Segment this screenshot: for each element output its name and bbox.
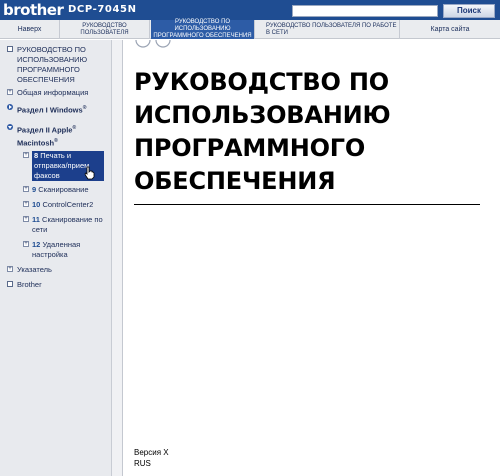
language-label: RUS xyxy=(134,459,151,468)
model-name: DCP-7045N xyxy=(68,4,137,15)
expand-icon: + xyxy=(23,241,29,247)
toc-label: Сканирование по сети xyxy=(32,215,103,234)
toc-label: Печать и отправка/прием факсов xyxy=(34,151,90,180)
toc-label: Brother xyxy=(17,280,42,289)
toc-item-section1[interactable]: Раздел I Windows® xyxy=(7,103,108,116)
expand-icon: + xyxy=(7,266,13,272)
chapter-number: 12 xyxy=(32,240,41,249)
nav-back-link[interactable]: Наверх xyxy=(0,20,60,39)
expand-icon: + xyxy=(23,186,29,192)
header-bar: brother DCP-7045N Поиск xyxy=(0,0,500,20)
chapter-number: 10 xyxy=(32,200,41,209)
toc-item-general-info[interactable]: + Общая информация xyxy=(7,88,108,98)
arrow-right-icon xyxy=(7,104,13,110)
toc-item-brother[interactable]: Brother xyxy=(7,280,108,290)
document-icon xyxy=(7,46,13,52)
toc-item-chapter-10[interactable]: + 10 ControlCenter2 xyxy=(22,200,108,210)
toc-item-chapter-12[interactable]: + 12 Удаленная настройка xyxy=(22,240,108,260)
chapter-number: 11 xyxy=(32,215,40,224)
toc-label: Общая информация xyxy=(17,88,89,97)
document-icon xyxy=(7,281,13,287)
toc-label: РУКОВОДСТВО ПО ИСПОЛЬЗОВАНИЮ ПРОГРАММНОГ… xyxy=(17,45,88,84)
toc-item-section2[interactable]: Раздел II Apple® Macintosh® xyxy=(7,123,108,148)
page-nav-icons xyxy=(135,40,171,48)
toc-item-chapter-9[interactable]: + 9 Сканирование xyxy=(22,185,108,195)
expand-icon: + xyxy=(23,201,29,207)
toc-label: Указатель xyxy=(17,265,52,274)
previous-page-icon xyxy=(135,40,151,48)
toc-item-index[interactable]: + Указатель xyxy=(7,265,108,275)
toc-label: ControlCenter2 xyxy=(42,200,94,209)
version-label: Версия X xyxy=(134,448,169,457)
registered-mark: ® xyxy=(72,125,77,131)
toc-label: Раздел II Apple xyxy=(17,125,73,135)
arrow-down-icon xyxy=(7,124,13,130)
top-navigation: Наверх Руководство пользователя Руководс… xyxy=(0,19,500,39)
chapter-number: 9 xyxy=(32,185,37,194)
expand-icon: + xyxy=(23,216,29,222)
toc-label: Раздел I Windows xyxy=(17,105,83,115)
brother-logo: brother xyxy=(3,1,64,19)
hand-cursor-icon xyxy=(84,166,95,180)
chapter-number: 8 xyxy=(34,151,39,160)
search-input[interactable] xyxy=(292,5,438,17)
expand-icon: + xyxy=(7,89,13,95)
nav-network-guide[interactable]: Руководство пользователя по работе в сет… xyxy=(256,20,400,39)
toc-item-software-guide[interactable]: РУКОВОДСТВО ПО ИСПОЛЬЗОВАНИЮ ПРОГРАММНОГ… xyxy=(7,45,108,85)
expand-icon: + xyxy=(23,152,29,158)
page-title: РУКОВОДСТВО ПО ИСПОЛЬЗОВАНИЮ ПРОГРАММНОГ… xyxy=(134,68,391,195)
toc-label: Удаленная настройка xyxy=(32,240,81,259)
frame-divider[interactable] xyxy=(112,40,123,476)
nav-site-map[interactable]: Карта сайта xyxy=(400,20,500,39)
nav-user-guide[interactable]: Руководство пользователя xyxy=(60,20,150,39)
search-button[interactable]: Поиск xyxy=(443,4,495,18)
toc-item-chapter-11[interactable]: + 11 Сканирование по сети xyxy=(22,215,108,235)
nav-software-guide[interactable]: Руководство по использованию программног… xyxy=(151,19,255,39)
title-underline xyxy=(134,204,480,205)
registered-mark: ® xyxy=(54,137,58,144)
toc-label: Сканирование xyxy=(38,185,89,194)
registered-mark: ® xyxy=(82,105,87,111)
toc-label: Macintosh xyxy=(17,138,55,147)
next-page-icon xyxy=(155,40,171,48)
